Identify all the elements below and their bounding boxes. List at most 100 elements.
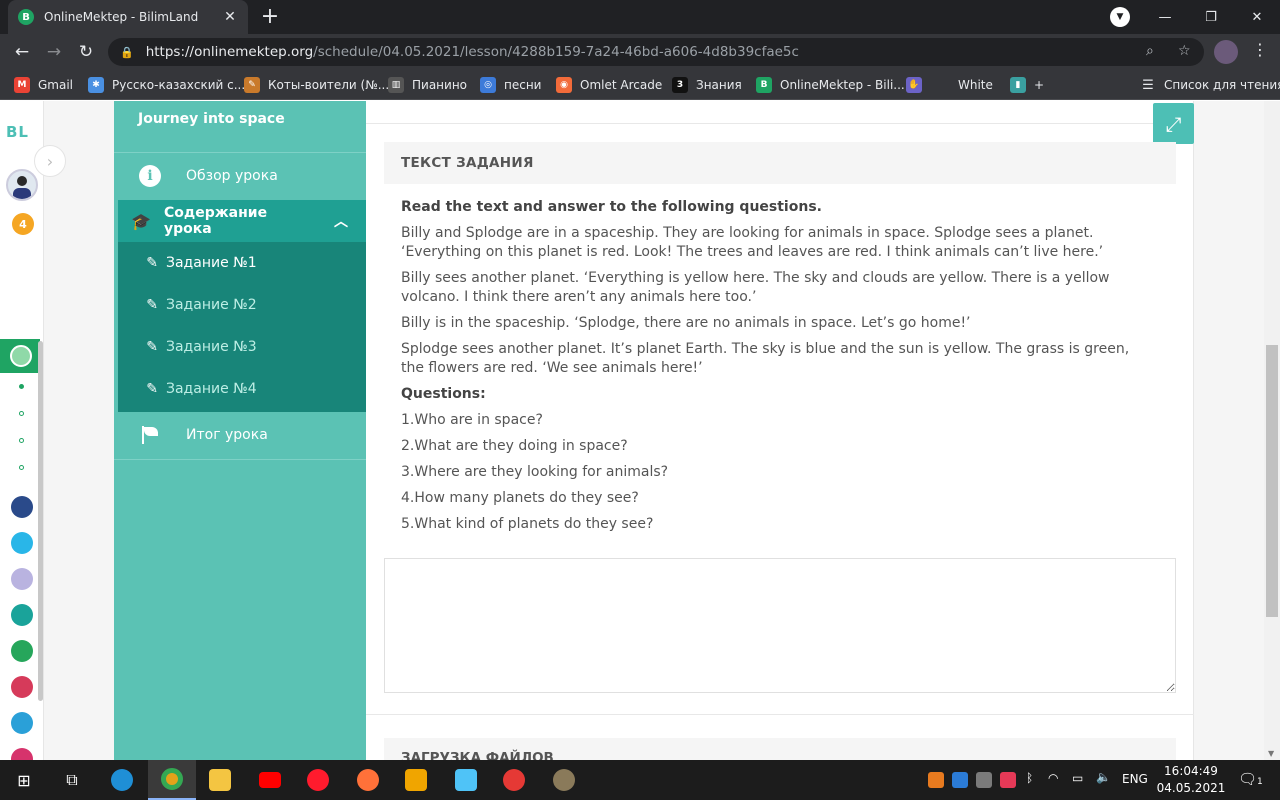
rail-app-icon[interactable] — [11, 568, 33, 590]
butterfly-app-icon[interactable] — [442, 760, 490, 800]
volume-icon[interactable]: 🔈 — [1096, 770, 1111, 784]
page-scrollbar[interactable]: ▼ — [1264, 101, 1280, 760]
battery-icon[interactable]: ▭ — [1072, 771, 1083, 785]
task-view-icon[interactable]: ⧉ — [48, 760, 96, 800]
sidebar-item-label: Задание №1 — [166, 255, 257, 271]
rail-dot[interactable] — [19, 438, 24, 443]
wifi-icon[interactable]: ◠ — [1048, 771, 1058, 785]
opera-icon[interactable] — [294, 760, 342, 800]
bluetooth-icon[interactable]: ᛒ — [1026, 771, 1033, 785]
profile-avatar[interactable] — [1214, 40, 1238, 64]
back-arrow-icon[interactable]: ← — [10, 40, 34, 64]
windows-start-icon[interactable]: ⊞ — [0, 760, 48, 800]
rail-scrollbar[interactable] — [38, 341, 43, 701]
tray-app-icon[interactable] — [928, 772, 944, 788]
chrome-icon[interactable] — [148, 760, 196, 800]
sidebar-item-task-2[interactable]: ✎ Задание №2 — [118, 284, 366, 326]
restore-icon[interactable]: ❐ — [1188, 0, 1234, 34]
rail-dot-active[interactable] — [19, 384, 24, 389]
bookmark-item[interactable]: ✱ Русско-казахский с... — [88, 76, 245, 94]
browser-toolbar: ← → ↻ 🔒 https://onlinemektep.org/schedul… — [0, 34, 1280, 70]
bookmark-item[interactable]: ▮ + — [1010, 76, 1044, 94]
apple-app-icon[interactable] — [490, 760, 538, 800]
bookmark-favicon-icon: ▮ — [1010, 77, 1026, 93]
bookmark-favicon-icon: B — [756, 77, 772, 93]
rail-dot[interactable] — [19, 411, 24, 416]
tray-app-icon[interactable] — [1000, 772, 1016, 788]
rail-app-icon[interactable] — [11, 640, 33, 662]
rail-app-icon[interactable] — [11, 496, 33, 518]
settings-gear-icon[interactable] — [540, 760, 588, 800]
tab-close-icon[interactable]: ✕ — [222, 9, 238, 25]
file-explorer-icon[interactable] — [196, 760, 244, 800]
store-icon[interactable] — [392, 760, 440, 800]
sidebar-item-content[interactable]: 🎓 Содержание урока ︿ — [118, 200, 366, 242]
rail-app-icon[interactable] — [11, 676, 33, 698]
youtube-icon[interactable] — [246, 760, 294, 800]
forward-arrow-icon[interactable]: → — [42, 40, 66, 64]
rail-app-icon[interactable] — [11, 604, 33, 626]
bookmark-star-icon[interactable]: ☆ — [1178, 43, 1191, 59]
bilimland-logo[interactable]: BL — [6, 123, 29, 141]
browser-tab-active[interactable]: B OnlineMektep - BilimLand ✕ — [8, 0, 248, 34]
bookmark-favicon-icon: ▥ — [388, 77, 404, 93]
address-bar[interactable]: 🔒 https://onlinemektep.org/schedule/04.0… — [108, 38, 1204, 66]
bookmark-item[interactable]: ◉ Omlet Arcade — [556, 76, 662, 94]
info-icon: i — [139, 165, 161, 187]
sidebar-divider — [114, 459, 366, 460]
sidebar-item-task-1[interactable]: ✎ Задание №1 — [118, 242, 366, 284]
bookmark-item[interactable]: B OnlineMektep - Bili... — [756, 76, 905, 94]
sidebar-item-task-3[interactable]: ✎ Задание №3 — [118, 326, 366, 368]
reading-list-label: Список для чтения — [1164, 78, 1280, 92]
user-avatar[interactable] — [6, 169, 38, 201]
bookmark-item[interactable]: ✎ Коты-воители (№... — [244, 76, 389, 94]
bookmark-favicon-icon: ◉ — [556, 77, 572, 93]
bookmark-label: Коты-воители (№... — [268, 78, 390, 92]
new-tab-plus-icon[interactable]: + — [258, 4, 282, 29]
scroll-down-arrow-icon[interactable]: ▼ — [1268, 749, 1274, 758]
edit-icon: ✎ — [146, 297, 158, 313]
window-close-icon[interactable]: ✕ — [1234, 0, 1280, 34]
question-item: 2.What are they doing in space? — [401, 438, 628, 454]
bookmark-favicon-icon: ◎ — [480, 77, 496, 93]
flag-icon — [140, 426, 160, 444]
bookmark-label: White — [958, 78, 993, 92]
reload-icon[interactable]: ↻ — [74, 40, 98, 64]
sidebar-item-result[interactable]: Итог урока — [114, 412, 366, 458]
sidebar-item-overview[interactable]: i Обзор урока — [114, 153, 366, 199]
rail-app-icon[interactable] — [11, 748, 33, 760]
rail-dot[interactable] — [19, 465, 24, 470]
edge-icon[interactable] — [98, 760, 146, 800]
scrollbar-thumb[interactable] — [1266, 345, 1278, 617]
firefox-icon[interactable] — [344, 760, 392, 800]
bookmark-label: Русско-казахский с... — [112, 78, 246, 92]
rail-expand-chevron-icon[interactable]: › — [34, 145, 66, 177]
rail-app-icon[interactable] — [11, 532, 33, 554]
answer-textarea[interactable] — [384, 558, 1176, 693]
bookmark-item[interactable]: White — [958, 76, 993, 94]
onlinemektep-app-icon[interactable] — [10, 345, 32, 367]
minimize-icon[interactable]: — — [1142, 0, 1188, 34]
notifications-icon[interactable]: 🗨1 — [1238, 770, 1263, 788]
bookmark-item[interactable]: ◎ песни — [480, 76, 541, 94]
lock-icon[interactable]: 🔒 — [120, 46, 134, 59]
notification-badge[interactable]: 4 — [12, 213, 34, 235]
system-clock[interactable]: 16:04:49 04.05.2021 — [1150, 763, 1232, 797]
browser-menu-icon[interactable]: ⋮ — [1250, 40, 1270, 59]
chevron-up-icon[interactable]: ︿ — [316, 211, 366, 231]
bookmark-item[interactable]: ▥ Пианино — [388, 76, 467, 94]
sidebar-item-task-4[interactable]: ✎ Задание №4 — [118, 368, 366, 410]
tray-app-icon[interactable] — [976, 772, 992, 788]
input-language[interactable]: ENG — [1122, 772, 1148, 786]
zoom-icon[interactable]: ⌕ — [1146, 43, 1154, 59]
bookmark-item[interactable]: 3 Знания — [672, 76, 742, 94]
bookmark-favicon-icon: 3 — [672, 77, 688, 93]
rail-app-icon[interactable] — [11, 712, 33, 734]
tab-search-icon[interactable]: ▼ — [1110, 7, 1130, 27]
reading-list-icon: ☰ — [1142, 77, 1154, 93]
reading-list[interactable]: ☰ Список для чтения — [1140, 76, 1280, 94]
tray-app-icon[interactable] — [952, 772, 968, 788]
fullscreen-expand-icon[interactable]: ⤢ — [1153, 103, 1194, 144]
bookmark-item[interactable]: ✋ — [906, 76, 930, 94]
bookmark-item[interactable]: M Gmail — [14, 76, 73, 94]
